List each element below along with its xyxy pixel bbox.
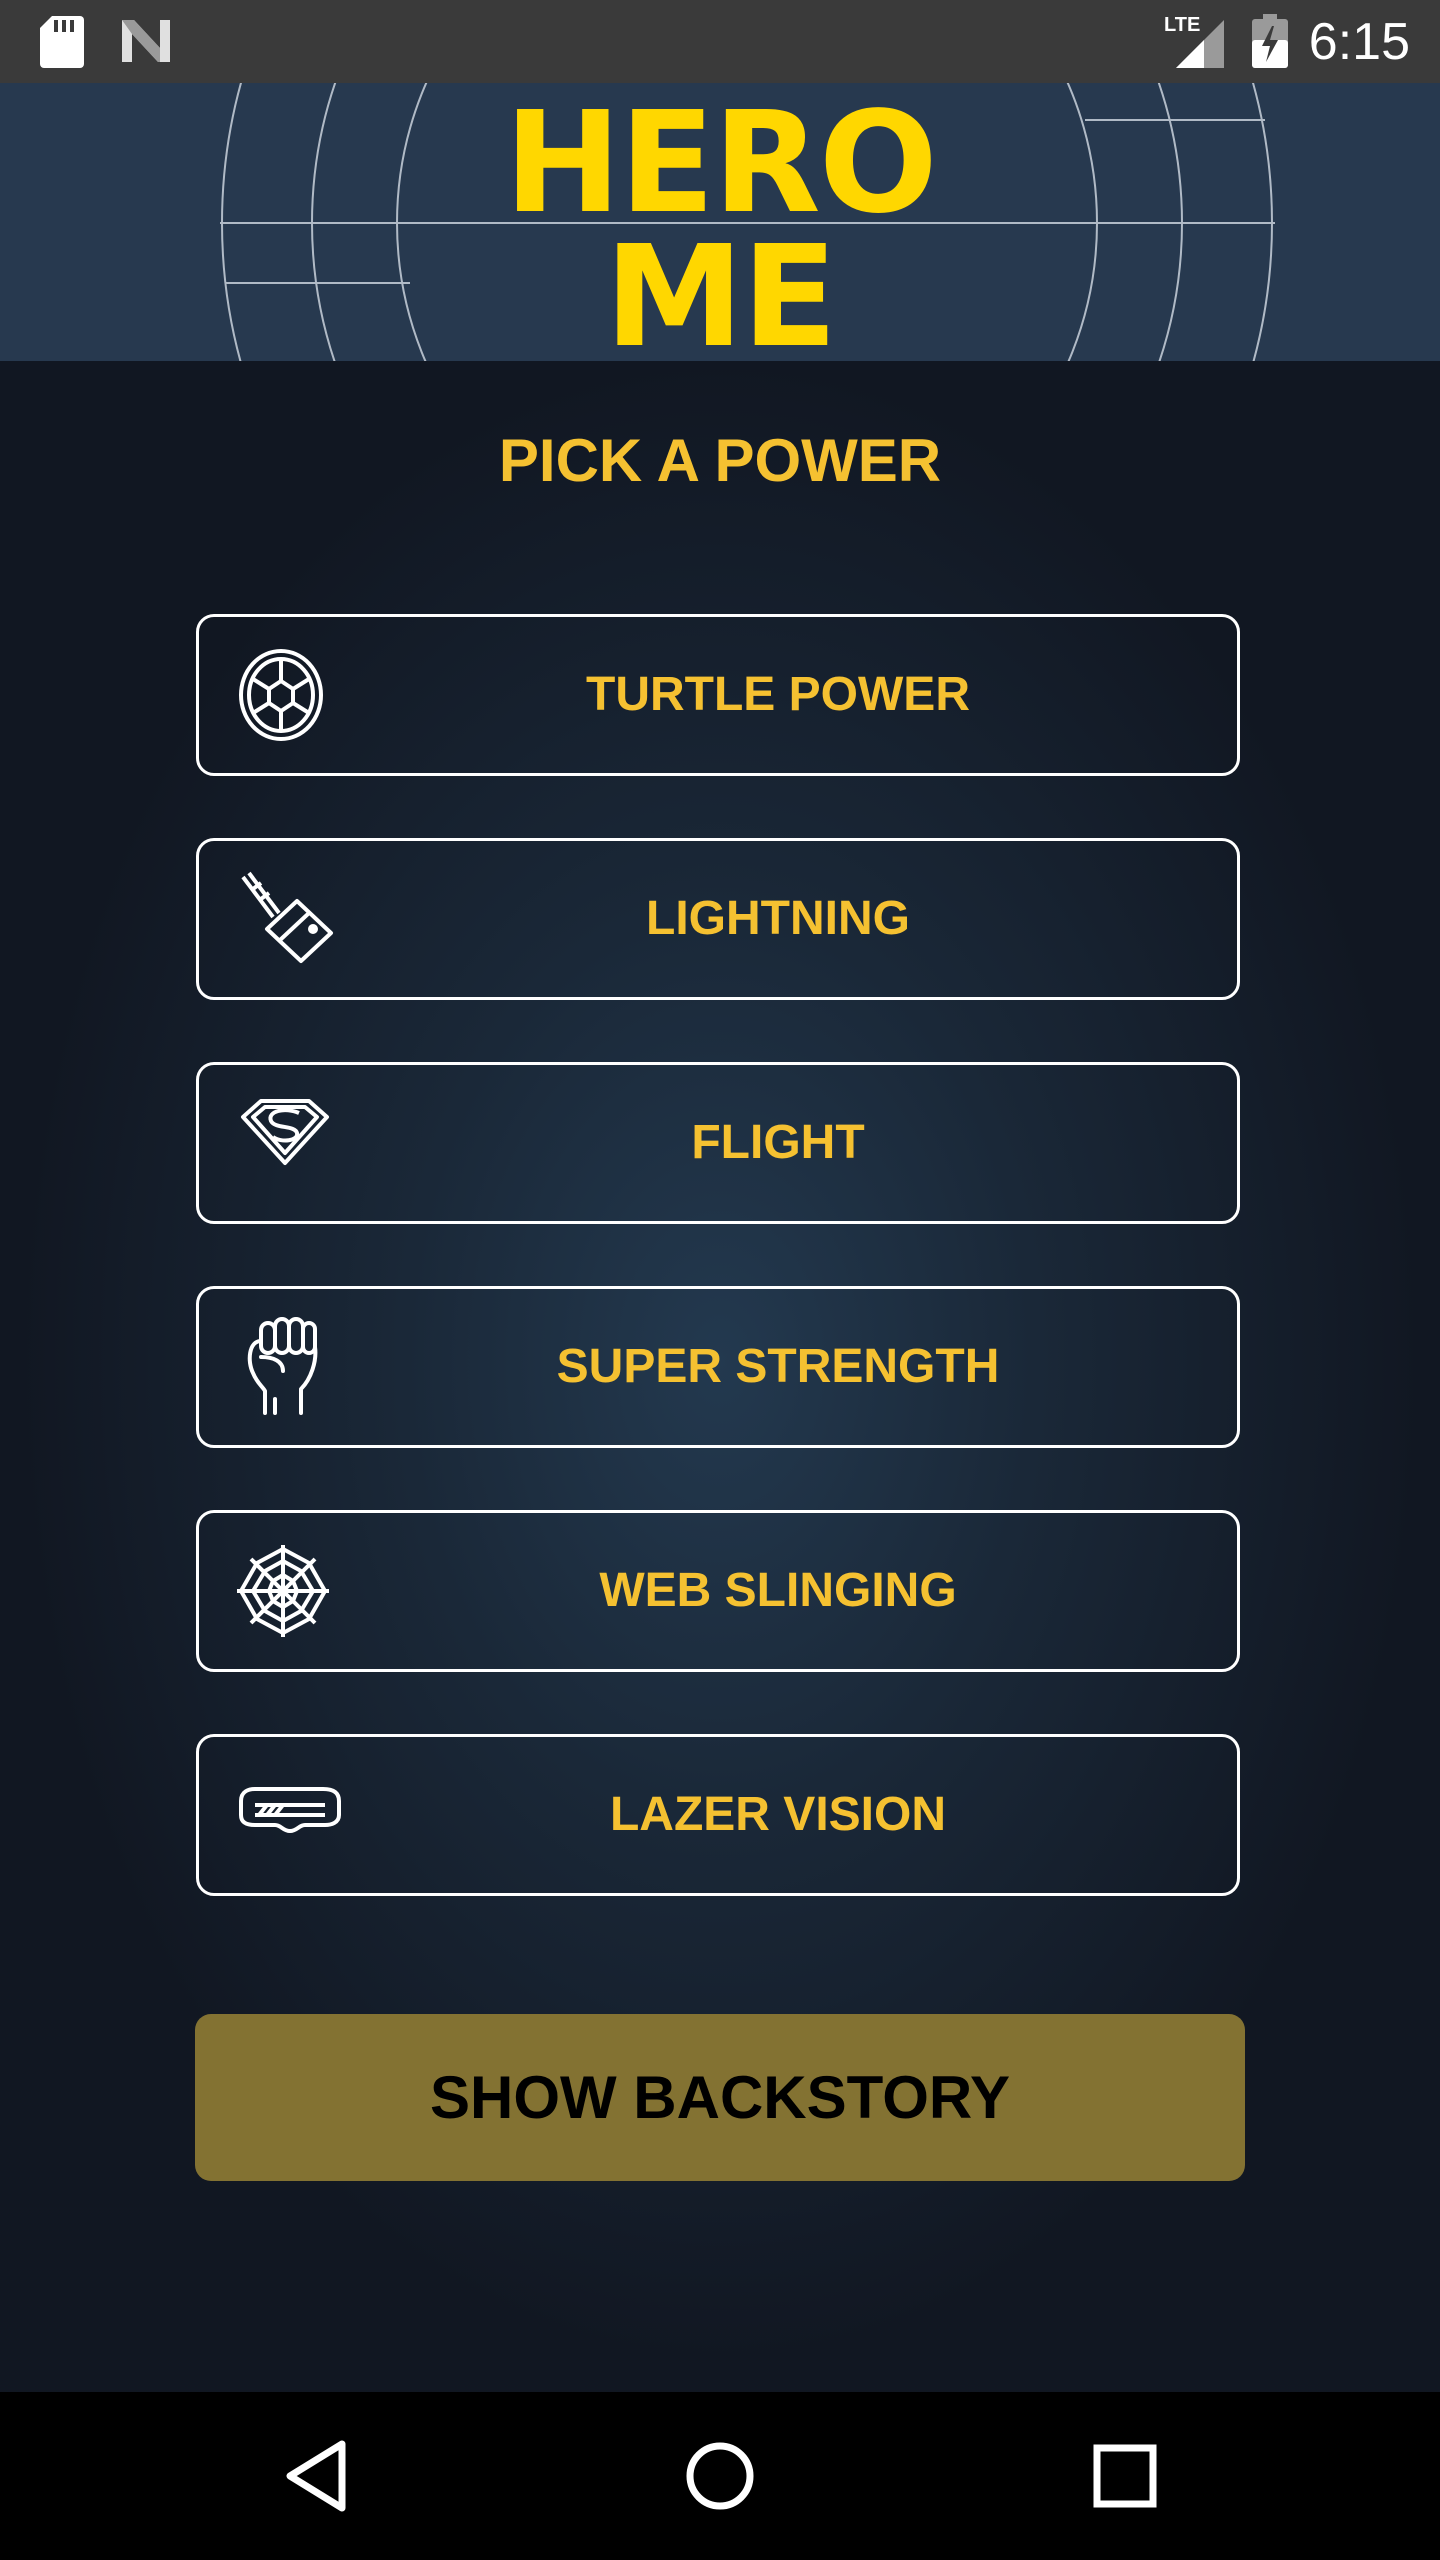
back-icon[interactable] <box>270 2426 370 2526</box>
power-label: WEB SLINGING <box>599 1564 957 1617</box>
status-bar: LTE 6:15 <box>0 0 1440 83</box>
power-label: LAZER VISION <box>609 1788 947 1841</box>
power-button-lazer-vision[interactable]: LAZER VISION <box>196 1734 1240 1896</box>
recents-icon[interactable] <box>1075 2426 1175 2526</box>
power-button-flight[interactable]: FLIGHT <box>196 1062 1240 1224</box>
power-button-super-strength[interactable]: SUPER STRENGTH <box>196 1286 1240 1448</box>
logo-line-2: ME <box>604 216 838 362</box>
battery-icon <box>1252 14 1288 68</box>
page-title: PICK A POWER <box>498 427 942 494</box>
home-icon[interactable] <box>670 2426 770 2526</box>
n-icon <box>122 20 170 62</box>
clock: 6:15 <box>1308 13 1410 71</box>
power-button-lightning[interactable]: LIGHTNING <box>196 838 1240 1000</box>
main-content: PICK A POWER TURTLE POWER LIGHTNING FLIG… <box>0 361 1440 2392</box>
power-label: TURTLE POWER <box>586 668 970 721</box>
show-backstory-button[interactable]: SHOW BACKSTORY <box>195 2014 1245 2181</box>
power-button-turtle[interactable]: TURTLE POWER <box>196 614 1240 776</box>
navigation-bar <box>0 2392 1440 2560</box>
show-backstory-label: SHOW BACKSTORY <box>429 2064 1011 2131</box>
power-label: LIGHTNING <box>646 892 910 945</box>
power-label: SUPER STRENGTH <box>556 1340 1000 1393</box>
sd-card-icon <box>40 16 84 68</box>
power-label: FLIGHT <box>691 1116 865 1169</box>
power-button-web-slinging[interactable]: WEB SLINGING <box>196 1510 1240 1672</box>
header-banner: HERO ME <box>0 83 1440 361</box>
